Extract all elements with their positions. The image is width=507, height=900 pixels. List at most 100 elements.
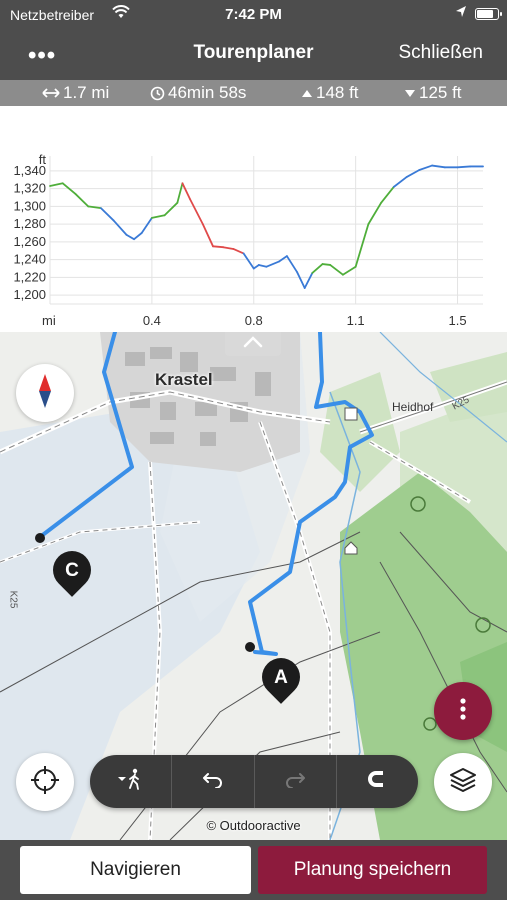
elevation-profile-chart[interactable]: 1,340 1,320 1,300 1,280 1,260 1,240 1,220 1,200… (0, 106, 507, 332)
elevation-line-segment (285, 255, 298, 273)
elevation-line-segment (201, 223, 214, 248)
compass-button[interactable] (16, 364, 74, 422)
elevation-line-segment (232, 248, 245, 255)
elevation-line-segment (303, 272, 314, 289)
planning-toolbar (90, 755, 418, 808)
save-plan-button[interactable]: Planung speichern (258, 846, 487, 894)
travel-mode-button[interactable] (90, 755, 173, 808)
elevation-line-segment (176, 182, 184, 204)
elevation-line-segment (125, 233, 135, 241)
x-tick-label: 0.4 (143, 313, 161, 328)
elevation-line-segment (222, 246, 235, 250)
ascent-icon (301, 89, 313, 98)
elevation-line-segment (242, 252, 255, 270)
elevation-line-segment (321, 263, 332, 266)
elevation-line-segment (265, 260, 281, 268)
marker-label: C (65, 560, 79, 581)
y-axis-label: ft (39, 152, 47, 167)
more-menu-button[interactable]: ••• (28, 42, 56, 70)
hiker-icon (116, 768, 146, 795)
elevation-line-segment (189, 198, 204, 226)
elevation-line-segment (100, 207, 115, 222)
elevation-line-segment (74, 193, 90, 208)
clock-icon (150, 86, 165, 101)
ascent-value: 148 ft (316, 83, 359, 102)
battery-level (477, 10, 493, 18)
x-tick-label: 1.1 (347, 313, 365, 328)
nav-bar: ••• Tourenplaner Schließen (0, 30, 507, 80)
road-label-west: K25 (7, 590, 19, 609)
redo-icon (284, 770, 306, 793)
descent-value: 125 ft (419, 83, 462, 102)
battery-icon (475, 8, 502, 20)
elevation-line-segment (329, 264, 344, 276)
x-axis-label: mi (42, 313, 56, 328)
elevation-line-segment (133, 232, 143, 241)
distance-stat: 1.7 mi (42, 83, 109, 103)
elevation-line-segment (181, 182, 191, 201)
village-label: Heidhof (392, 400, 434, 414)
crosshair-icon (30, 765, 60, 800)
elevation-line-segment (354, 223, 370, 268)
distance-icon (42, 87, 60, 99)
magnet-icon (367, 769, 387, 794)
y-tick-label: 1,280 (13, 216, 46, 231)
elevation-line-segment (342, 265, 357, 276)
elevation-line-segment (140, 217, 153, 234)
elevation-line-segment (296, 271, 306, 289)
marker-label: A (274, 667, 288, 688)
elevation-line-segment (112, 219, 128, 236)
compass-icon (39, 373, 51, 413)
elevation-line-segment (278, 255, 288, 263)
more-options-button[interactable] (434, 682, 492, 740)
y-tick-label: 1,320 (13, 181, 46, 196)
redo-button[interactable] (255, 755, 337, 808)
elevation-line-segment (380, 185, 395, 204)
map-view[interactable]: Krastel Heidhof K25 K25 C A © Outdooract… (0, 332, 507, 840)
x-tick-label: 0.8 (245, 313, 263, 328)
elevation-line-segment (163, 201, 179, 217)
undo-button[interactable] (172, 755, 255, 808)
locate-me-button[interactable] (16, 753, 74, 811)
map-layers-button[interactable] (434, 753, 492, 811)
y-tick-label: 1,220 (13, 269, 46, 284)
layers-icon (448, 765, 478, 800)
waypoint-marker-c[interactable]: C (45, 543, 99, 597)
elevation-line-segment (392, 176, 408, 188)
tour-stats-bar: 1.7 mi 46min 58s 148 ft 125 ft (0, 80, 507, 106)
status-bar: Netzbetreiber 7:42 PM (0, 0, 507, 30)
descent-icon (404, 89, 416, 98)
elevation-line-segment (418, 164, 433, 171)
expand-chart-button[interactable] (225, 332, 281, 356)
undo-icon (202, 770, 224, 793)
location-arrow-icon (455, 5, 467, 22)
elevation-line-segment (311, 263, 324, 274)
elevation-line-segment (49, 182, 64, 187)
town-label: Krastel (155, 370, 213, 389)
x-tick-label: 1.5 (448, 313, 466, 328)
elevation-chart-svg: 1,3401,3201,3001,2801,2601,2401,2201,200… (13, 152, 484, 328)
duration-value: 46min 58s (168, 83, 247, 102)
ascent-stat: 148 ft (301, 83, 359, 103)
duration-stat: 46min 58s (150, 83, 246, 103)
elevation-line-segment (431, 164, 446, 169)
descent-stat: 125 ft (404, 83, 462, 103)
clock: 7:42 PM (225, 6, 282, 23)
chevron-up-icon (243, 335, 263, 353)
elevation-line-segment (257, 264, 268, 268)
bottom-action-bar: Navigieren Planung speichern (0, 840, 507, 900)
elevation-line-segment (456, 165, 472, 169)
navigate-button[interactable]: Navigieren (20, 846, 251, 894)
elevation-line-segment (252, 264, 260, 270)
y-tick-label: 1,240 (13, 252, 46, 267)
y-tick-label: 1,200 (13, 287, 46, 302)
y-tick-label: 1,260 (13, 234, 46, 249)
map-copyright: © Outdooractive (206, 818, 301, 833)
close-button[interactable]: Schließen (399, 42, 484, 64)
vertical-dots-icon (460, 697, 466, 725)
snap-to-path-button[interactable] (337, 755, 418, 808)
y-tick-label: 1,300 (13, 198, 46, 213)
elevation-line-segment (212, 245, 225, 249)
elevation-line-segment (150, 214, 166, 219)
waypoint-marker-a[interactable]: A (254, 650, 308, 704)
